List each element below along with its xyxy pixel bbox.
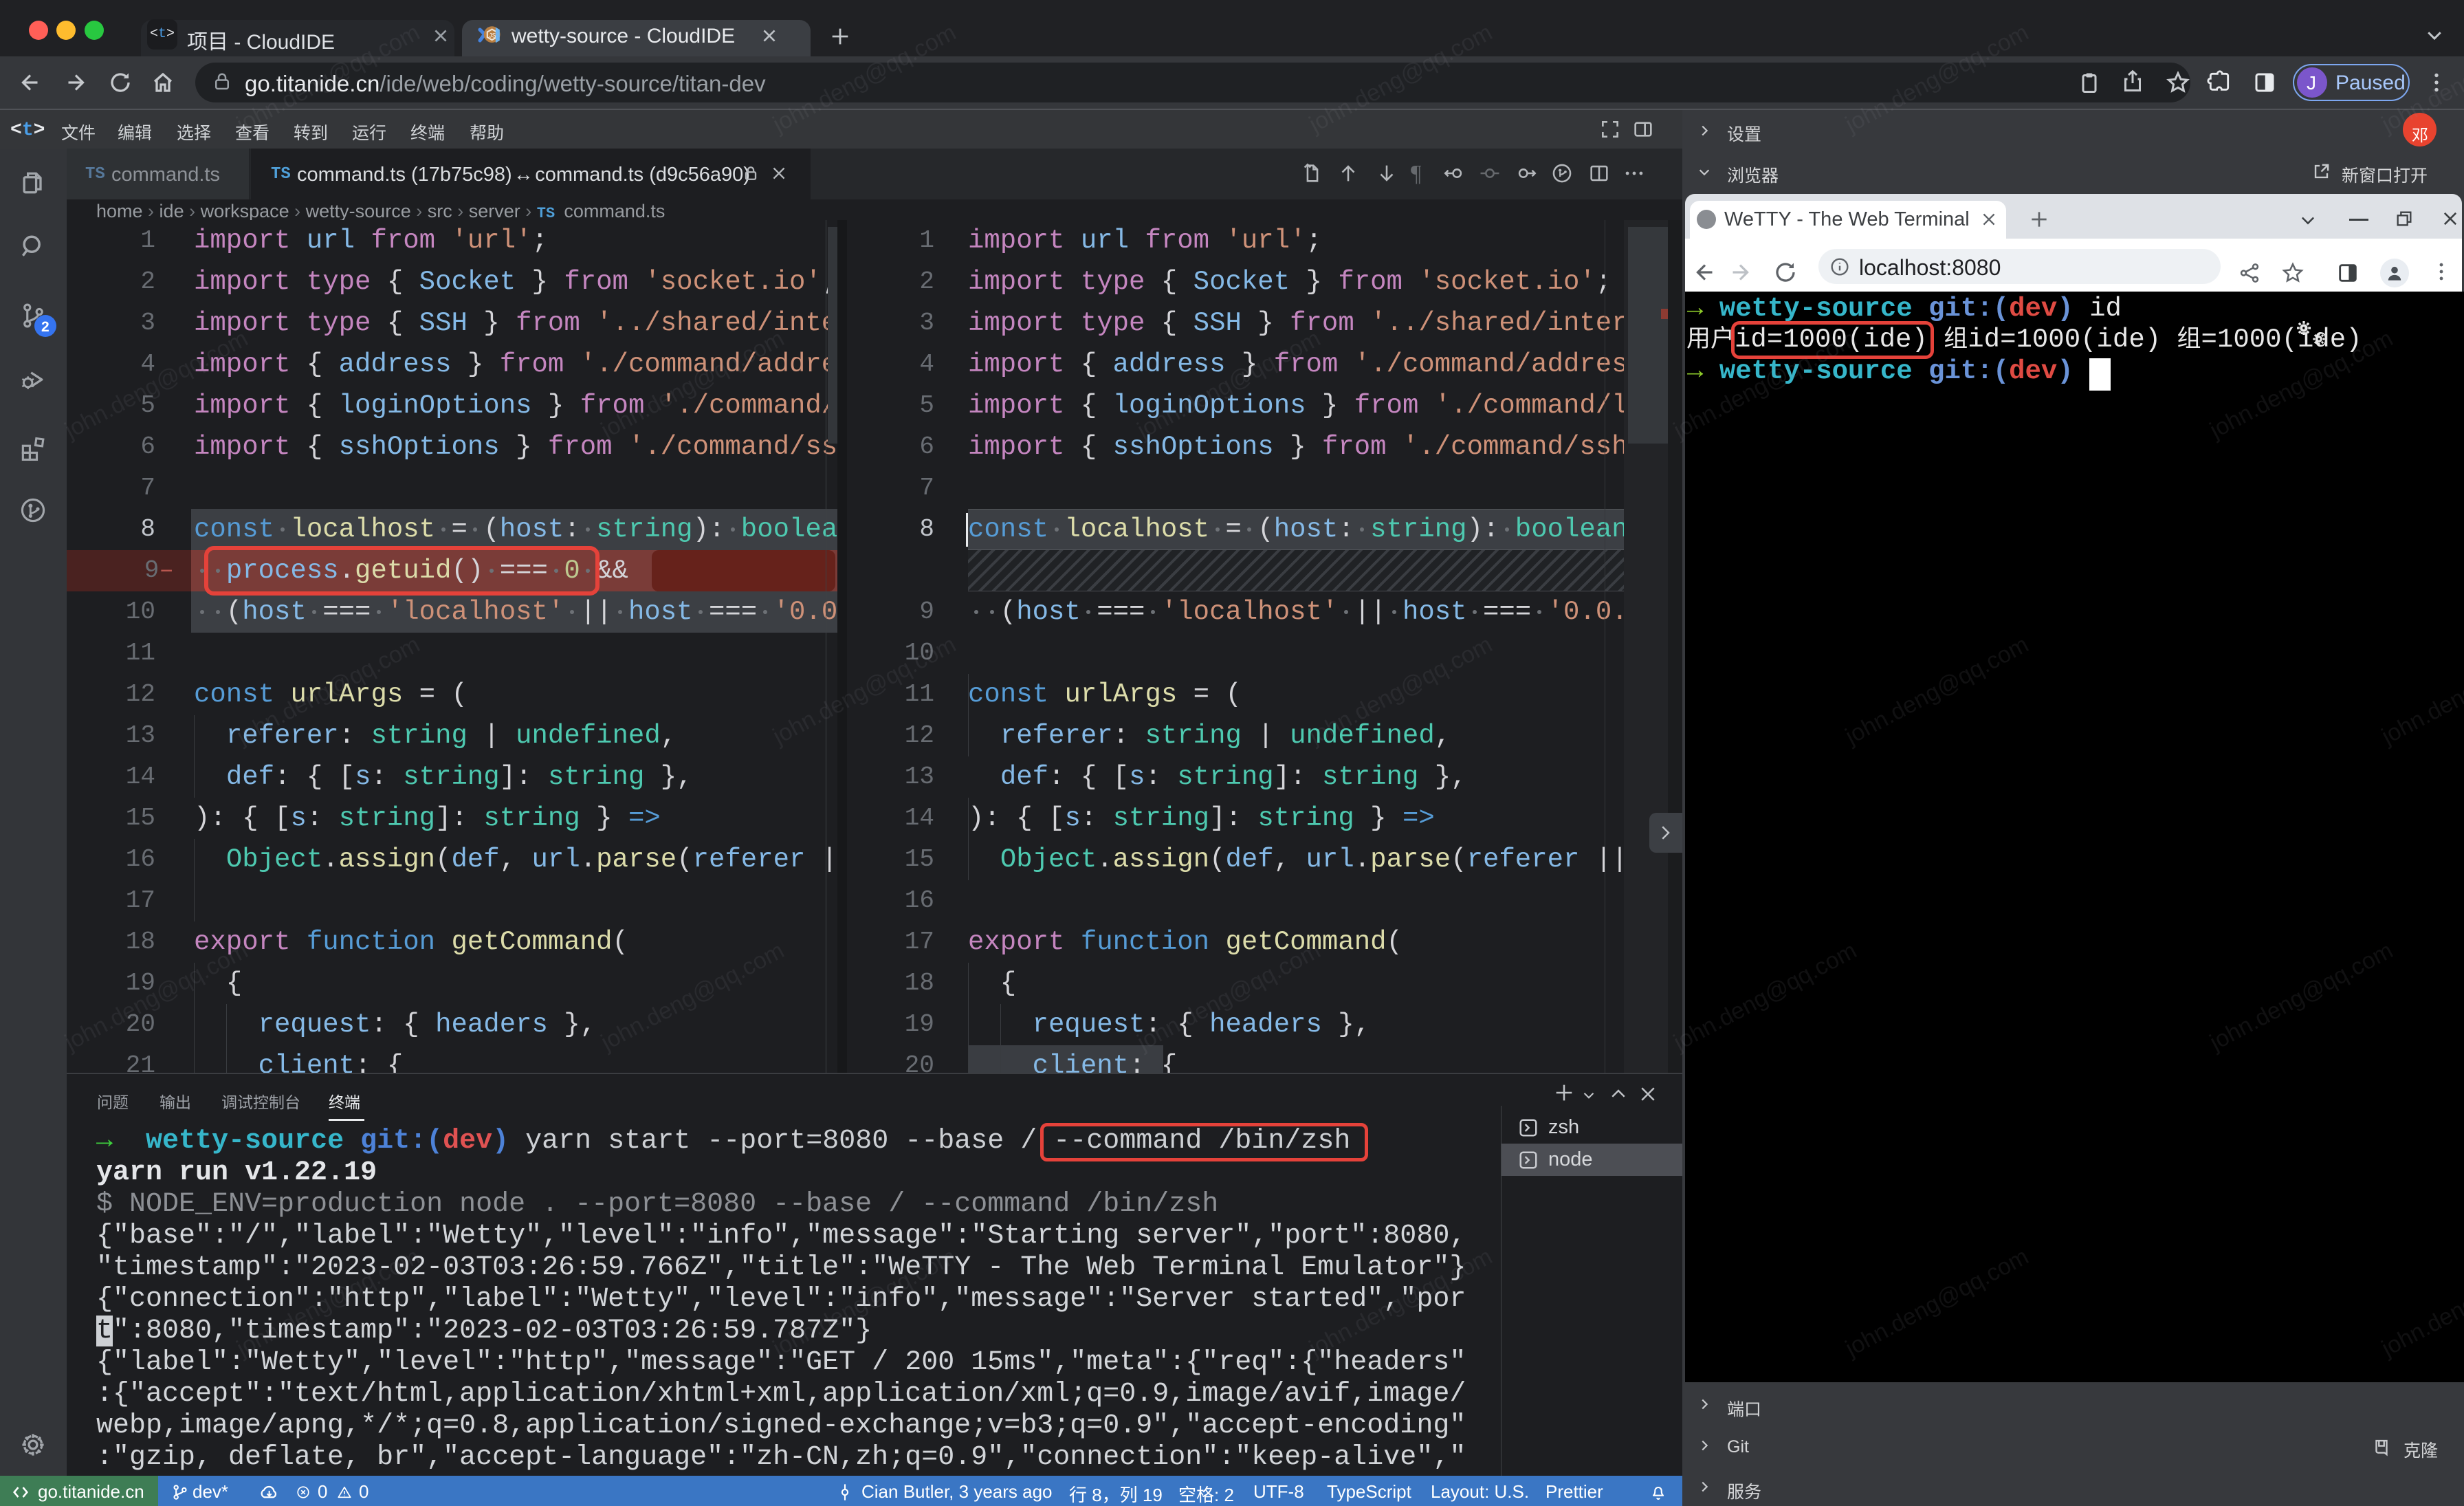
svg-text:JS: JS xyxy=(489,32,496,39)
